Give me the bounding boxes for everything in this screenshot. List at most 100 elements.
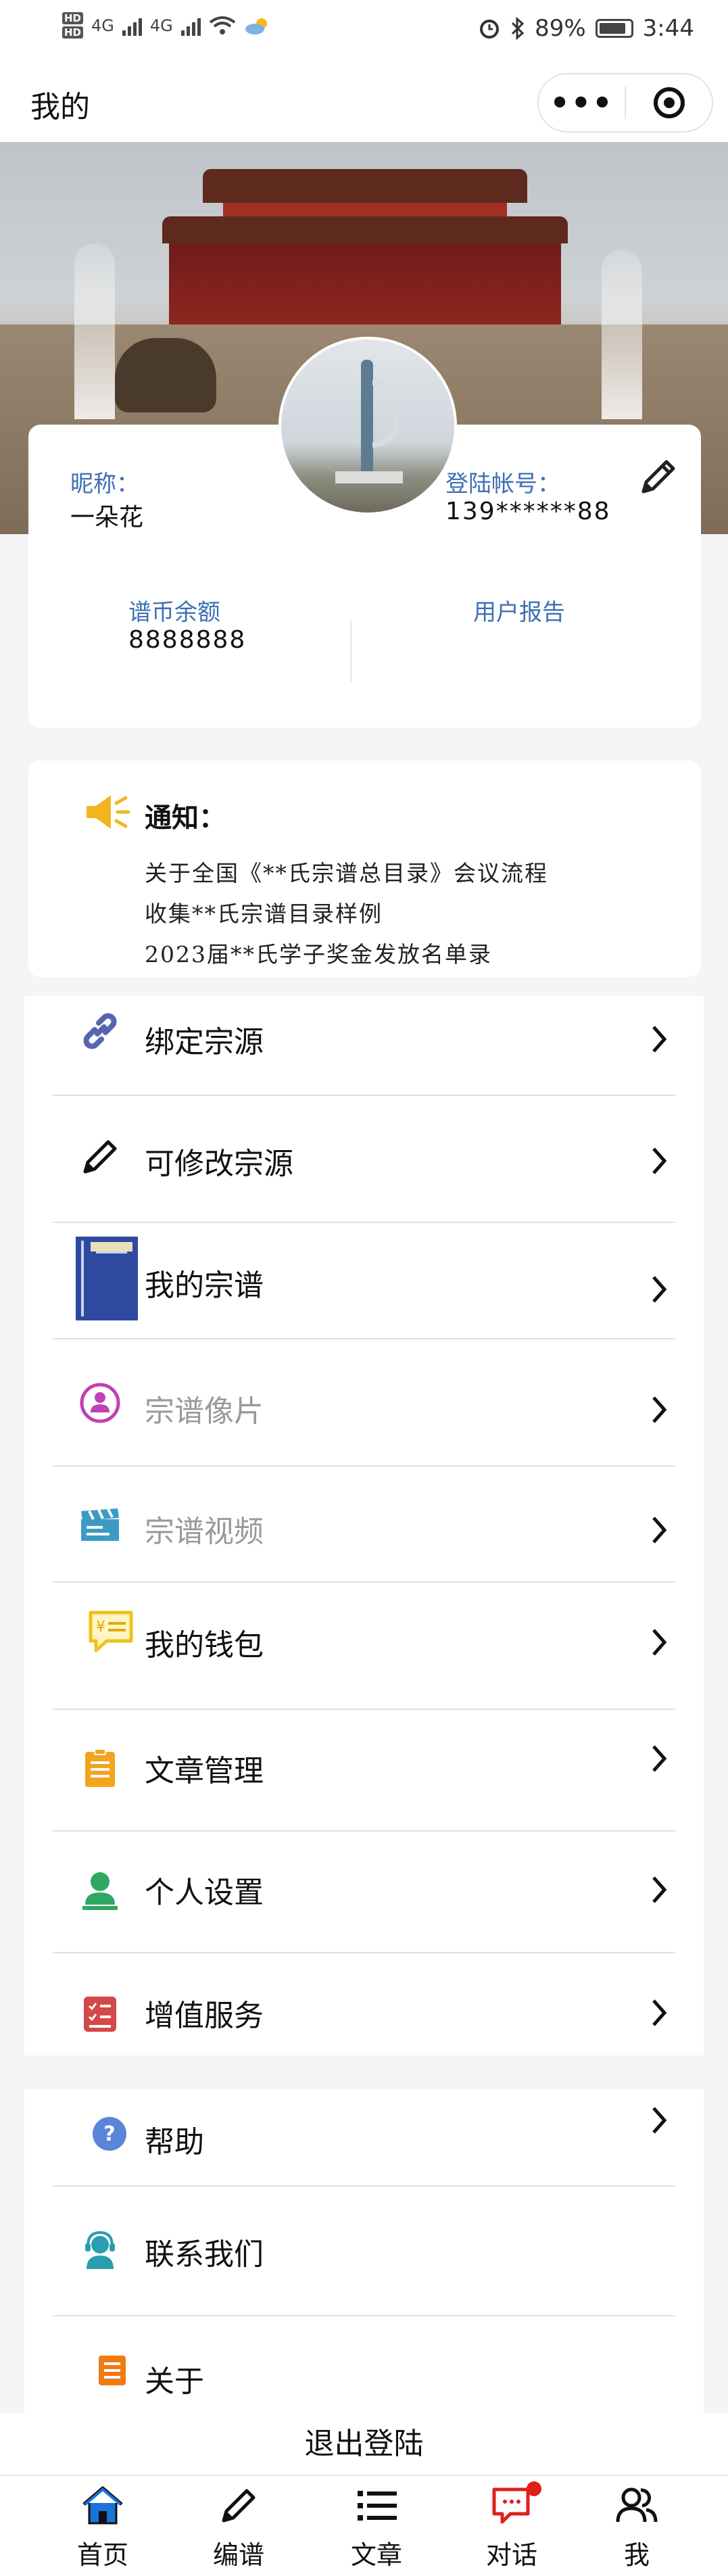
status-left: HD HD 4G 4G [62,12,271,39]
status-time: 3:44 [642,15,694,42]
link-icon [83,1013,117,1049]
tab-label: 文章 [350,2540,402,2570]
menu-item-label: 可修改宗源 [145,1147,293,1181]
balance-label[interactable]: 谱币余额 [128,594,220,627]
wifi-icon [209,16,235,34]
menu-item-help[interactable]: ? 帮助 [24,2089,704,2187]
page: HD HD 4G 4G 89% 3:44 我的 ••• 昵称： 一朵花 登陆帐号… [0,0,728,2576]
banner-statue [115,338,216,412]
avatar-sculpture-stem [361,360,373,475]
chevron-right-icon [652,1276,667,1303]
tab-label: 编谱 [212,2540,264,2570]
avatar[interactable] [278,337,457,515]
about-icon [99,2356,126,2385]
menu-item-label: 帮助 [145,2125,204,2160]
battery-icon [595,19,633,38]
page-title: 我的 [30,90,90,124]
account-value: 139******88 [445,498,611,525]
avatar-sculpture-arc [372,380,399,448]
user-report-link[interactable]: 用户报告 [473,594,565,627]
chevron-right-icon [652,2107,667,2134]
chevron-right-icon [652,1396,667,1423]
chevron-right-icon [652,1745,667,1772]
menu-item-about[interactable]: 关于 [24,2316,704,2414]
hd-indicator: HD HD [62,12,84,39]
menu-item-bind-source[interactable]: 绑定宗源 [24,996,704,1096]
menu-item-genealogy-videos[interactable]: 宗谱视频 [24,1466,704,1583]
nickname-value: 一朵花 [70,504,144,531]
banner-fountain-right [602,250,642,419]
menu-item-label: 宗谱视频 [145,1514,264,1549]
edit-profile-icon[interactable] [637,455,680,498]
tab-edit-genealogy[interactable]: 编谱 [191,2476,286,2576]
tab-articles[interactable]: 文章 [329,2476,424,2576]
menu-item-label: 个人设置 [145,1876,264,1910]
hd-label-1: HD [62,12,84,24]
menu-item-label: 关于 [145,2364,204,2399]
nickname-label: 昵称： [70,471,139,498]
secondary-menu: ? 帮助 联系我们 关于 [24,2089,704,2468]
network-label-2: 4G [149,16,173,35]
app-header: 我的 ••• [0,61,728,142]
tab-home[interactable]: 首页 [55,2476,150,2576]
alarm-icon [480,20,500,39]
bottom-tab-bar: 首页 编谱 文章 对话 我 [0,2475,728,2576]
user-icon [82,1872,118,1910]
menu-item-label: 增值服务 [145,1999,264,2033]
status-bar: HD HD 4G 4G 89% 3:44 [0,0,728,61]
banner-roof-lower [162,216,568,243]
menu-item-label: 我的钱包 [145,1628,264,1663]
weather-icon [245,18,267,34]
network-label-1: 4G [91,16,114,35]
hd-label-2: HD [62,26,84,39]
checklist-icon [84,1997,116,2032]
help-icon: ? [93,2117,126,2151]
tab-label: 我 [623,2540,650,2570]
main-menu: 绑定宗源 可修改宗源 我的宗谱 宗谱像片 宗谱视频 ¥ 我的钱包 文章管理 个人… [24,996,704,2055]
notice-title: 通知： [145,803,226,834]
menu-item-label: 联系我们 [145,2237,264,2272]
clapperboard-icon [81,1508,119,1541]
close-miniapp-button[interactable] [626,87,712,118]
tab-label: 对话 [485,2540,537,2570]
megaphone-icon [87,795,130,829]
clipboard-icon [85,1748,115,1787]
status-right: 89% 3:44 [478,15,694,42]
svg-text:?: ? [103,2122,115,2146]
menu-item-label: 绑定宗源 [145,1025,264,1059]
more-menu-icon[interactable]: ••• [539,87,625,118]
users-icon [616,2487,658,2523]
bluetooth-icon [512,17,525,40]
pencil-icon [83,1140,117,1174]
menu-item-label: 文章管理 [145,1754,264,1788]
account-label: 登陆帐号： [445,471,560,498]
signal-icon [180,16,201,36]
notice-item[interactable]: 关于全国《**氏宗谱总目录》会议流程 [145,855,548,888]
menu-item-article-management[interactable]: 文章管理 [24,1710,704,1832]
menu-item-genealogy-photos[interactable]: 宗谱像片 [24,1339,704,1466]
logout-button[interactable]: 退出登陆 [0,2414,728,2475]
menu-item-editable-source[interactable]: 可修改宗源 [24,1096,704,1223]
home-icon [82,2486,123,2525]
menu-item-label: 宗谱像片 [145,1394,264,1429]
chevron-right-icon [652,1147,667,1174]
balance-value: 8888888 [128,626,247,654]
signal-icon [122,16,142,36]
tab-me[interactable]: 我 [589,2476,684,2576]
menu-item-my-genealogy[interactable]: 我的宗谱 [24,1223,704,1339]
menu-item-my-wallet[interactable]: ¥ 我的钱包 [24,1583,704,1710]
notice-item[interactable]: 2023届**氏学子奖金发放名单录 [145,936,492,969]
avatar-sculpture-base [335,471,403,483]
chevron-right-icon [652,1517,667,1544]
menu-item-personal-settings[interactable]: 个人设置 [24,1832,704,1953]
tab-chat[interactable]: 对话 [464,2476,559,2576]
battery-percent: 89% [535,15,586,42]
edit-icon [222,2489,256,2523]
banner-roof-upper [203,169,527,203]
notice-item[interactable]: 收集**氏宗谱目录样例 [145,896,383,928]
chevron-right-icon [652,1629,667,1656]
svg-text:¥: ¥ [96,1619,105,1636]
menu-item-contact-us[interactable]: 联系我们 [24,2187,704,2316]
person-photo-icon [80,1383,120,1423]
menu-item-value-added-services[interactable]: 增值服务 [24,1953,704,2055]
